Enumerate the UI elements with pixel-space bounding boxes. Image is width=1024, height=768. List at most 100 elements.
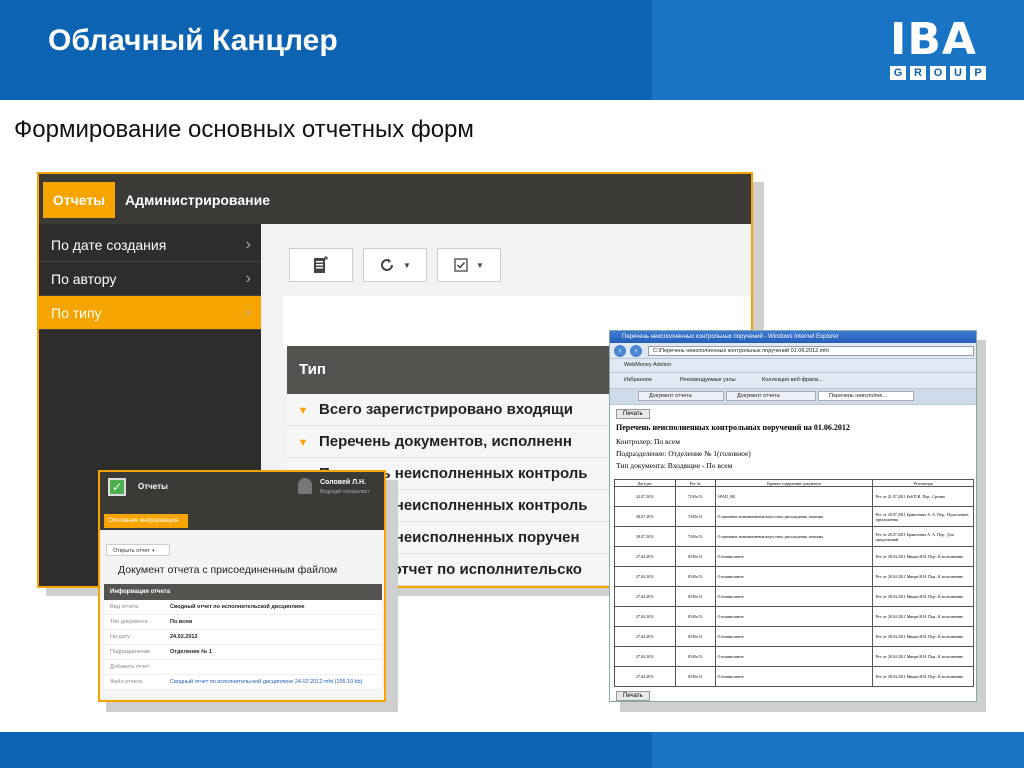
table-cell: 83-Вх/11: [675, 666, 716, 687]
table-cell: Рез. от 28.07.2011 Бравосевич А. А. Пор.…: [872, 506, 974, 527]
ie-back-icon[interactable]: ‹: [614, 345, 626, 357]
table-cell: О взаимозачете: [714, 626, 874, 647]
table-row: 22.07.2011 72-Вх/11 I-PAD_001 Рез. от 21.07…: [613, 486, 974, 507]
tab-main-info[interactable]: Основная информация: [104, 514, 188, 528]
caret-down-icon: ▼: [476, 260, 484, 270]
ie-address-input[interactable]: C:\Перечень неисполненных контрольных по…: [648, 346, 974, 356]
logo-sub: GROUP: [890, 66, 1000, 80]
new-report-button[interactable]: [289, 248, 353, 282]
user-role: Ведущий специалист: [320, 489, 370, 495]
table-cell: 83-Вх/11: [675, 606, 716, 627]
info-field: Добавить отчет: [104, 660, 382, 675]
user-name[interactable]: Соловей Л.Н.: [320, 479, 366, 486]
chevron-right-icon: ›: [245, 236, 251, 253]
refresh-button[interactable]: ▼: [363, 248, 427, 282]
list-item-label: Перечень документов, исполненн: [319, 433, 572, 450]
check-app-icon: ✓: [108, 478, 126, 496]
sidebar-item-label: По типу: [51, 305, 102, 321]
sidebar-item-by-date[interactable]: По дате создания ›: [39, 228, 261, 262]
table-cell: 83-Вх/11: [675, 566, 716, 587]
table-header-cell: Дата рег.: [613, 479, 677, 487]
table-row: 27.04.2011 83-Вх/11 О взаимозачете Рез. от …: [613, 646, 974, 667]
sidebar-item-by-author[interactable]: По автору ›: [39, 262, 261, 296]
table-cell: О взаимозачете: [714, 606, 874, 627]
user-icon: [298, 478, 312, 494]
table-cell: I-PAD_001: [714, 486, 874, 507]
table-cell: Рез. от 28.04.2011 Мицан Н.Н. Пор.: К ис…: [872, 666, 974, 687]
field-label: Вид отчета: [110, 604, 139, 610]
slide-subtitle: Формирование основных отчетных форм: [14, 116, 474, 143]
table-cell: Рез. от 21.07.2011 Бей П.В. Пор.: Срочно: [872, 486, 974, 507]
table-row: 27.04.2011 83-Вх/11 О взаимозачете Рез. от …: [613, 626, 974, 647]
table-row: 27.04.2011 83-Вх/11 О взаимозачете Рез. от …: [613, 666, 974, 687]
table-cell: 22.07.2011: [613, 486, 677, 507]
table-cell: 83-Вх/11: [675, 626, 716, 647]
table-cell: 83-Вх/11: [675, 586, 716, 607]
field-label: Подразделение: [110, 649, 151, 655]
ie-forward-icon[interactable]: ›: [630, 345, 642, 357]
document-title: Документ отчета с присоединенным файлом: [118, 564, 338, 576]
table-cell: 74-Вх/11: [675, 506, 716, 527]
tab-administration[interactable]: Администрирование: [125, 182, 270, 218]
ie-report-screenshot: Перечень неисполненных контрольных поруч…: [609, 330, 977, 702]
table-cell: 27.04.2011: [613, 566, 677, 587]
info-field: Тип документа По всем: [104, 615, 382, 630]
ie-address-bar: ‹ › C:\Перечень неисполненных контрольны…: [610, 343, 976, 359]
table-cell: О взаимозачете: [714, 546, 874, 567]
slide: Облачный Канцлер IBA GROUP Формирование …: [0, 0, 1024, 768]
table-cell: 27.04.2011: [613, 606, 677, 627]
report-line: Тип документа: Входящие - По всем: [616, 461, 733, 470]
table-cell: О причинах возникновения недостачи, расх…: [714, 526, 874, 547]
ie-favorites[interactable]: Избранное: [624, 377, 652, 383]
sidebar-item-label: По автору: [51, 271, 117, 287]
document-body: Открыть отчет ▼ Документ отчета с присое…: [100, 530, 384, 700]
logo-letter: G: [890, 66, 906, 80]
table-cell: 83-Вх/11: [675, 646, 716, 667]
report-table: Дата рег. Рег. № Краткое содержание докуме…: [613, 479, 974, 687]
table-row: 28.07.2011 74-Вх/11 О причинах возникновен…: [613, 506, 974, 527]
report-table-header: Дата рег. Рег. № Краткое содержание докуме…: [613, 479, 974, 487]
ie-tabs: Документ отчета Документ отчета Перечень…: [610, 389, 976, 405]
table-cell: 27.04.2011: [613, 646, 677, 667]
table-row: 27.04.2011 83-Вх/11 О взаимозачете Рез. от …: [613, 606, 974, 627]
top-nav: Отчеты Администрирование: [39, 174, 751, 224]
table-cell: О взаимозачете: [714, 666, 874, 687]
caret-down-icon: ▼: [297, 405, 309, 417]
refresh-icon: [381, 259, 394, 271]
sidebar-item-by-type[interactable]: По типу ›: [39, 296, 261, 330]
ie-favorites-bar: Избранное Рекомендуемые узлы Коллекция в…: [610, 373, 976, 389]
table-row: 27.04.2011 83-Вх/11 О взаимозачете Рез. от …: [613, 586, 974, 607]
ie-toolbar-text[interactable]: WebMoney Advisor: [624, 362, 671, 368]
info-field: Подразделение Отделение № 1: [104, 645, 382, 660]
report-file-link[interactable]: Сводный отчет по исполнительской дисципл…: [170, 675, 362, 690]
caret-down-icon: ▼: [403, 260, 411, 270]
ie-recommended[interactable]: Рекомендуемые узлы: [680, 377, 736, 383]
open-report-button[interactable]: Открыть отчет ▼: [106, 544, 170, 556]
print-button[interactable]: Печать: [616, 409, 650, 419]
ie-tab-3[interactable]: Перечень неисполне...: [818, 391, 914, 401]
field-value: Отделение № 1: [170, 649, 212, 655]
list-item-label: Всего зарегистрировано входящи: [319, 401, 573, 418]
info-field: Вид отчета Сводный отчет по исполнительск…: [104, 600, 382, 615]
table-header-cell: Резолюция: [872, 479, 974, 487]
table-cell: 83-Вх/11: [675, 546, 716, 567]
report-line: Контролер: По всем: [616, 437, 680, 446]
field-value: По всем: [170, 619, 193, 625]
info-field: На дату 24.02.2012: [104, 630, 382, 645]
logo-letter: P: [970, 66, 986, 80]
select-button[interactable]: ▼: [437, 248, 501, 282]
table-cell: 27.04.2011: [613, 586, 677, 607]
print-button-bottom[interactable]: Печать: [616, 691, 650, 701]
table-cell: 29.07.2011: [613, 526, 677, 547]
app-title: Отчеты: [138, 482, 168, 491]
table-cell: О взаимозачете: [714, 646, 874, 667]
ie-collection[interactable]: Коллекция веб-фрагм...: [762, 377, 823, 383]
tab-reports[interactable]: Отчеты: [43, 182, 115, 218]
report-table-body: 22.07.2011 72-Вх/11 I-PAD_001 Рез. от 21.07…: [613, 486, 974, 687]
ie-tab-1[interactable]: Документ отчета: [638, 391, 724, 401]
ie-tab-2[interactable]: Документ отчета: [726, 391, 816, 401]
logo-letter: O: [930, 66, 946, 80]
app-header: ✓ Отчеты Соловей Л.Н. Ведущий специалист…: [100, 472, 384, 530]
field-value: 24.02.2012: [170, 634, 198, 640]
table-cell: 72-Вх/11: [675, 486, 716, 507]
